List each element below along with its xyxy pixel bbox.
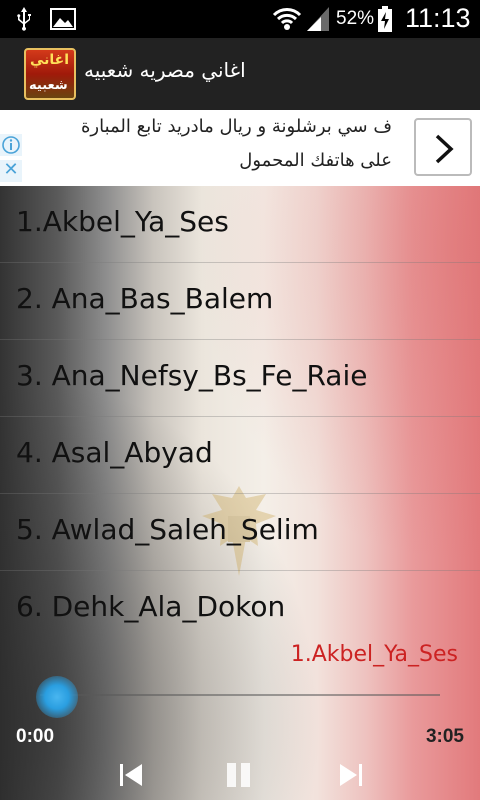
song-item[interactable]: 2. Ana_Bas_Balem [0,263,480,340]
ad-info-icon[interactable] [0,134,22,156]
battery-charging-icon [378,6,392,32]
battery-percent: 52% [336,8,375,29]
song-title: 6. Dehk_Ala_Dokon [16,590,286,623]
total-time: 3:05 [425,726,464,747]
song-item[interactable]: 1.Akbel_Ya_Ses [0,186,480,263]
clock: 11:13 [405,3,471,33]
ad-close-icon[interactable]: ✕ [0,160,22,182]
song-title: 5. Awlad_Saleh_Selim [16,513,319,546]
app-icon-text-bottom: شعبيه [29,78,68,93]
signal-icon [307,7,329,31]
song-title: 2. Ana_Bas_Balem [16,282,274,315]
ad-open-button[interactable] [414,118,472,176]
image-notification-icon [50,8,76,30]
song-item[interactable]: 5. Awlad_Saleh_Selim [0,494,480,571]
current-time: 0:00 [16,726,55,747]
song-title: 4. Asal_Abyad [16,436,213,469]
song-item[interactable]: 6. Dehk_Ala_Dokon [0,571,480,648]
usb-icon [17,7,31,31]
next-track-icon[interactable] [336,760,366,790]
app-icon[interactable]: اغاني شعبيه [24,48,76,100]
app-icon-text-top: اغاني [30,52,70,68]
song-list: 1.Akbel_Ya_Ses 2. Ana_Bas_Balem 3. Ana_N… [0,186,480,648]
chevron-right-icon [435,134,454,164]
ad-banner[interactable]: ✕ ف سي برشلونة و ريال مادريد تابع المبار… [0,110,480,186]
status-bar: 52% 11:13 [0,0,480,38]
song-title: 1.Akbel_Ya_Ses [16,205,229,238]
song-list-area: 1.Akbel_Ya_Ses 2. Ana_Bas_Balem 3. Ana_N… [0,186,480,800]
now-playing-title: 1.Akbel_Ya_Ses [290,642,458,667]
ad-text-line2: على هاتفك المحمول [239,150,392,171]
wifi-icon [272,8,302,30]
app-title: اغاني مصريه شعبيه [84,58,246,82]
seek-thumb[interactable] [36,676,78,718]
action-bar: اغاني شعبيه اغاني مصريه شعبيه [0,38,480,110]
ad-text-line1: ف سي برشلونة و ريال مادريد تابع المبارة [80,116,392,137]
song-title: 3. Ana_Nefsy_Bs_Fe_Raie [16,359,368,392]
seek-bar[interactable] [40,694,440,696]
song-item[interactable]: 3. Ana_Nefsy_Bs_Fe_Raie [0,340,480,417]
song-item[interactable]: 4. Asal_Abyad [0,417,480,494]
pause-icon[interactable] [224,760,254,790]
previous-track-icon[interactable] [116,760,146,790]
